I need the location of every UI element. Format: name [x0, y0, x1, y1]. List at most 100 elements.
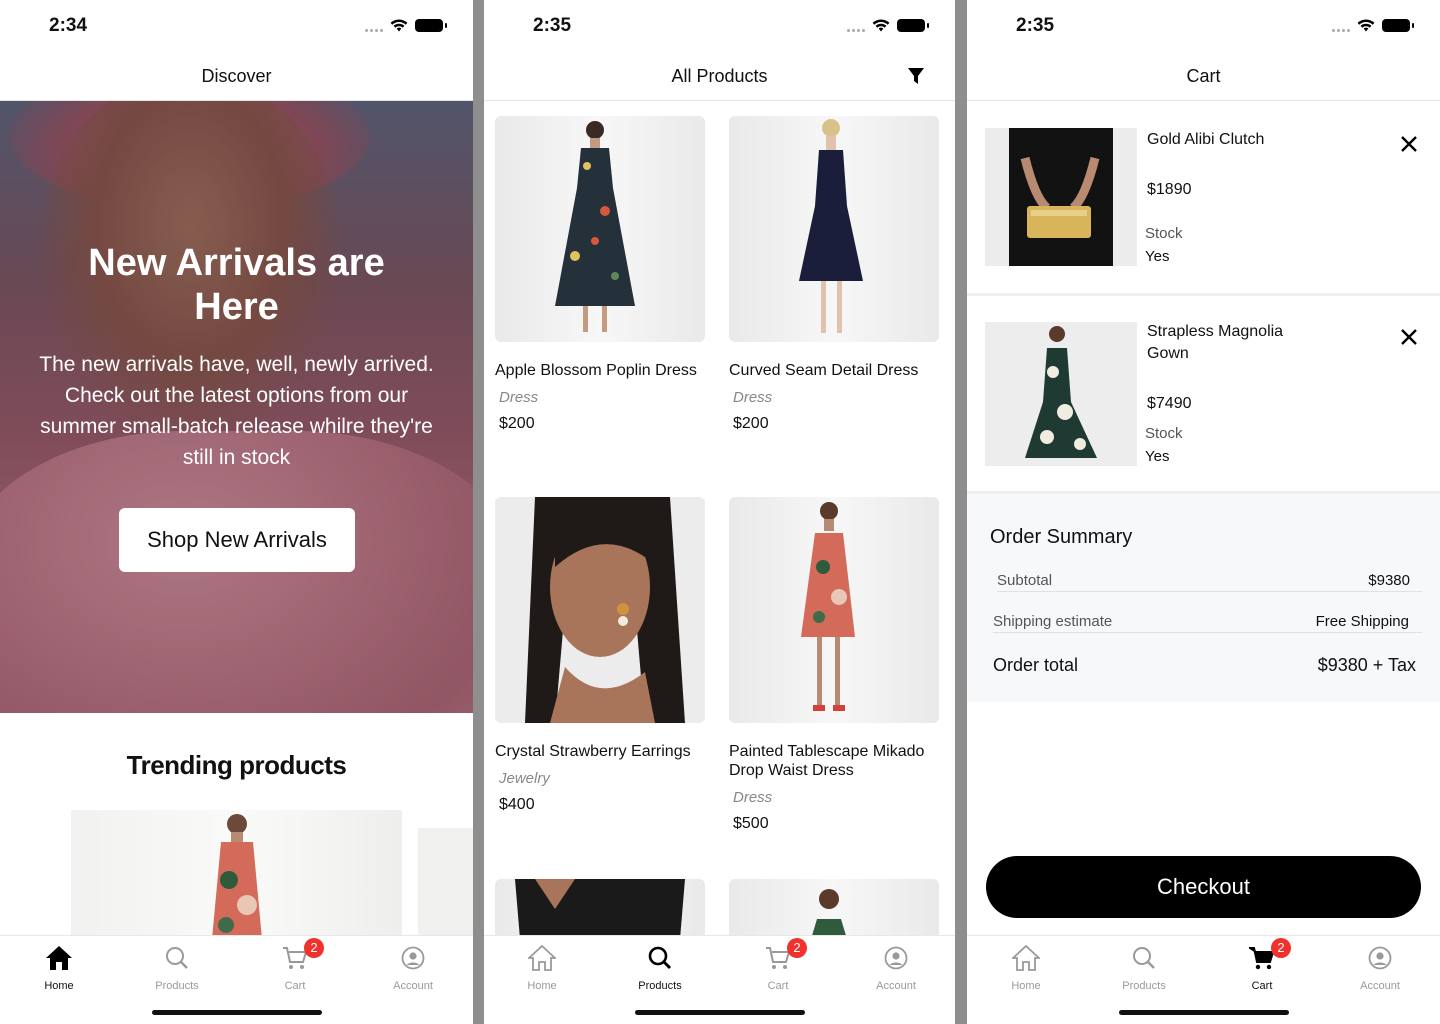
tab-products[interactable]: Products [1104, 942, 1184, 992]
product-name: Painted Tablescape Mikado Drop Waist Dre… [729, 743, 925, 779]
tab-products[interactable]: Products [137, 942, 217, 992]
status-bar: 2:34 [0, 0, 473, 52]
wifi-icon [872, 19, 890, 32]
tab-home[interactable]: Home [502, 942, 582, 992]
battery-icon [1382, 19, 1414, 32]
product-category: Dress [499, 389, 539, 406]
status-time: 2:34 [49, 15, 88, 36]
home-icon [1012, 945, 1040, 971]
product-card[interactable]: Crystal Strawberry Earrings Jewelry $400 [495, 497, 705, 814]
cart-item-price: $7490 [1147, 395, 1192, 412]
nav-header: Cart [967, 52, 1440, 101]
subtotal-row: Subtotal $9380 [997, 572, 1422, 592]
cart-item-stock-label: Stock [1145, 425, 1183, 442]
product-card[interactable]: Painted Tablescape Mikado Drop Waist Dre… [729, 497, 939, 833]
tab-bar: Home Products 2 Cart Account [0, 935, 473, 1024]
cart-screen: 2:35 Cart Gold Alibi Clutch $1890 Stock … [967, 0, 1440, 1024]
product-name: Apple Blossom Poplin Dress [495, 362, 697, 379]
product-image [729, 116, 939, 342]
product-image [729, 497, 939, 723]
cart-item: Strapless Magnolia Gown $7490 Stock Yes [967, 296, 1440, 494]
order-summary: Order Summary Subtotal $9380 Shipping es… [967, 494, 1440, 702]
subtotal-value: $9380 [1368, 572, 1410, 589]
cart-item-image [985, 322, 1137, 466]
signal-icon [847, 28, 865, 32]
status-time: 2:35 [533, 15, 572, 36]
checkout-button[interactable]: Checkout [986, 856, 1421, 918]
product-image [495, 116, 705, 342]
cart-badge: 2 [787, 938, 807, 958]
home-indicator [1118, 1010, 1289, 1015]
order-total-value: $9380 + Tax [1317, 655, 1416, 675]
status-time: 2:35 [1016, 15, 1055, 36]
product-category: Jewelry [499, 770, 550, 787]
shipping-value: Free Shipping [1315, 613, 1409, 630]
order-total-label: Order total [993, 655, 1079, 675]
tab-bar: Home Products 2 Cart Account [484, 935, 955, 1024]
product-card[interactable]: Curved Seam Detail Dress Dress $200 [729, 116, 939, 433]
cart-item: Gold Alibi Clutch $1890 Stock Yes [967, 102, 1440, 296]
tab-products[interactable]: Products [620, 942, 700, 992]
tab-account[interactable]: Account [373, 942, 453, 992]
subtotal-label: Subtotal [997, 572, 1053, 589]
tab-home[interactable]: Home [986, 942, 1066, 992]
cart-item-image [985, 128, 1137, 266]
shop-new-arrivals-button[interactable]: Shop New Arrivals [119, 508, 355, 572]
status-bar: 2:35 [484, 0, 955, 52]
account-icon [884, 946, 908, 970]
cart-badge: 2 [304, 938, 324, 958]
cart-badge: 2 [1271, 938, 1291, 958]
product-image [495, 497, 705, 723]
products-screen: 2:35 All Products Apple Blossom Poplin D… [484, 0, 955, 1024]
cart-item-name: Gold Alibi Clutch [1147, 131, 1265, 148]
product-price: $500 [733, 815, 769, 832]
discover-screen: 2:34 Discover New Arrivals are Here The … [0, 0, 473, 1024]
order-summary-title: Order Summary [990, 526, 1133, 548]
signal-icon [365, 28, 383, 32]
product-image [495, 879, 705, 939]
remove-item-icon[interactable] [1400, 135, 1418, 153]
battery-icon [897, 19, 929, 32]
trending-product-card[interactable] [418, 828, 473, 948]
filter-icon[interactable] [907, 67, 925, 85]
home-icon [528, 945, 556, 971]
product-card[interactable]: Apple Blossom Poplin Dress Dress $200 [495, 116, 705, 433]
wifi-icon [1357, 19, 1375, 32]
search-icon [1133, 947, 1155, 969]
hero-banner: New Arrivals are Here The new arrivals h… [0, 101, 473, 713]
cart-item-stock-value: Yes [1145, 448, 1170, 465]
product-price: $200 [733, 415, 769, 432]
tab-cart[interactable]: 2 Cart [1222, 938, 1302, 992]
tab-account[interactable]: Account [856, 942, 936, 992]
product-card[interactable] [495, 879, 705, 939]
cart-item-price: $1890 [1147, 181, 1192, 198]
remove-item-icon[interactable] [1400, 328, 1418, 346]
shipping-label: Shipping estimate [993, 613, 1113, 630]
wifi-icon [390, 19, 408, 32]
tab-home[interactable]: Home [19, 942, 99, 992]
hero-body: The new arrivals have, well, newly arriv… [39, 353, 434, 469]
hero-heading: New Arrivals are Here [88, 242, 385, 328]
product-image [729, 879, 939, 939]
trending-product-card[interactable] [71, 810, 402, 950]
tab-cart[interactable]: 2 Cart [738, 938, 818, 992]
product-name: Crystal Strawberry Earrings [495, 743, 691, 760]
nav-header: All Products [484, 52, 955, 101]
search-icon [648, 946, 672, 970]
product-price: $200 [499, 415, 535, 432]
product-name: Curved Seam Detail Dress [729, 362, 919, 379]
home-indicator [634, 1010, 805, 1015]
account-icon [1368, 946, 1392, 970]
product-card[interactable] [729, 879, 939, 939]
product-price: $400 [499, 796, 535, 813]
tab-account[interactable]: Account [1340, 942, 1420, 992]
product-category: Dress [733, 389, 773, 406]
product-image [211, 814, 263, 950]
status-bar: 2:35 [967, 0, 1440, 52]
signal-icon [1332, 28, 1350, 32]
tab-bar: Home Products 2 Cart Account [967, 935, 1440, 1024]
page-title: All Products [671, 66, 768, 86]
cart-item-stock-value: Yes [1145, 248, 1170, 265]
product-category: Dress [733, 789, 773, 806]
tab-cart[interactable]: 2 Cart [255, 938, 335, 992]
